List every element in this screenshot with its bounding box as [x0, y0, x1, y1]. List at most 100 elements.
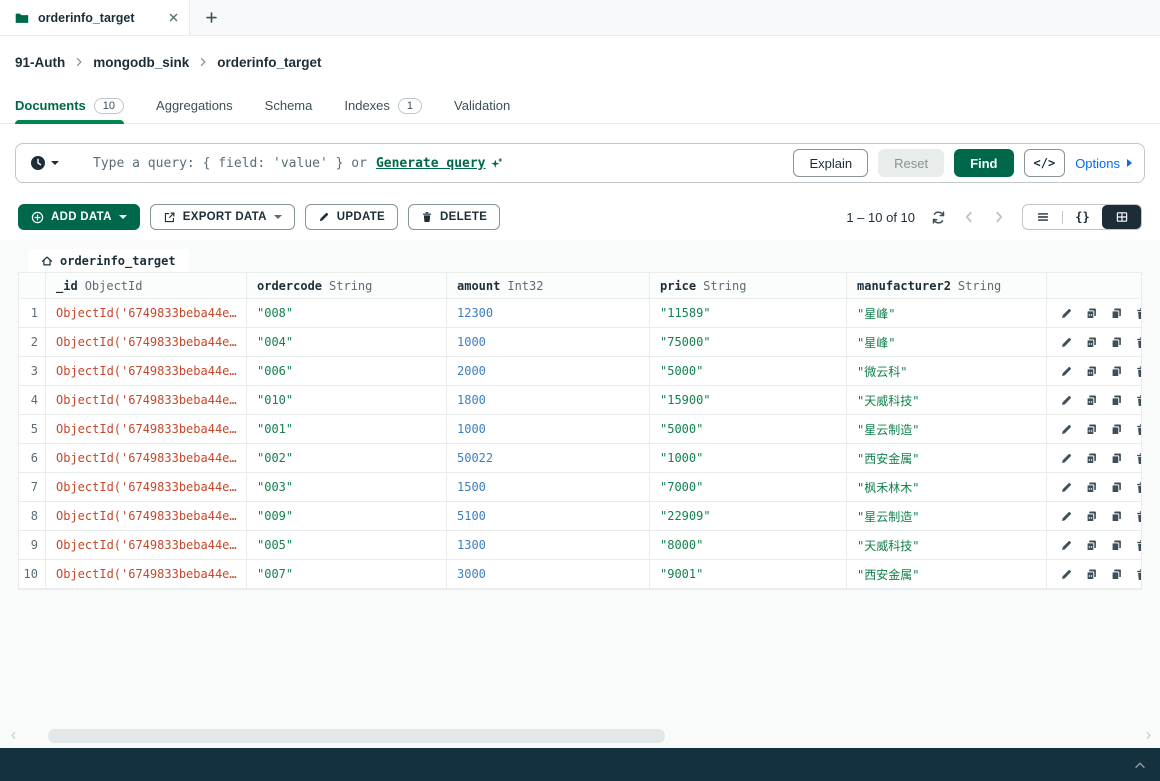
copy-document-icon[interactable] [1085, 539, 1098, 552]
column-header-manufacturer2[interactable]: manufacturer2String [846, 273, 1046, 298]
column-header-ordercode[interactable]: ordercodeString [246, 273, 446, 298]
cell-ordercode[interactable]: "002" [246, 444, 446, 472]
delete-document-icon[interactable] [1135, 481, 1141, 494]
cell-amount[interactable]: 12300 [446, 299, 649, 327]
cell-manufacturer2[interactable]: "星云制造" [846, 415, 1046, 443]
edit-document-icon[interactable] [1060, 539, 1073, 552]
cell-id[interactable]: ObjectId('6749833beba44e… [45, 560, 246, 588]
cell-amount[interactable]: 1000 [446, 415, 649, 443]
tab-indexes[interactable]: Indexes 1 [344, 88, 422, 123]
edit-document-icon[interactable] [1060, 452, 1073, 465]
table-row[interactable]: 3 ObjectId('6749833beba44e… "006" 2000 "… [19, 357, 1141, 386]
table-row[interactable]: 10 ObjectId('6749833beba44e… "007" 3000 … [19, 560, 1141, 589]
cell-price[interactable]: "5000" [649, 415, 846, 443]
query-history-button[interactable] [30, 155, 59, 171]
tab-validation[interactable]: Validation [454, 88, 510, 123]
cell-ordercode[interactable]: "005" [246, 531, 446, 559]
collection-breadcrumb-chip[interactable]: orderinfo_target [28, 249, 189, 272]
edit-document-icon[interactable] [1060, 307, 1073, 320]
delete-document-icon[interactable] [1135, 336, 1141, 349]
next-page-icon[interactable] [992, 210, 1006, 224]
clone-document-icon[interactable] [1110, 365, 1123, 378]
horizontal-scrollbar-thumb[interactable] [48, 729, 665, 743]
cell-amount[interactable]: 1300 [446, 531, 649, 559]
cell-id[interactable]: ObjectId('6749833beba44e… [45, 386, 246, 414]
scroll-right-icon[interactable] [1144, 731, 1153, 740]
cell-price[interactable]: "75000" [649, 328, 846, 356]
cell-ordercode[interactable]: "007" [246, 560, 446, 588]
edit-document-icon[interactable] [1060, 336, 1073, 349]
table-row[interactable]: 8 ObjectId('6749833beba44e… "009" 5100 "… [19, 502, 1141, 531]
cell-price[interactable]: "15900" [649, 386, 846, 414]
cell-price[interactable]: "11589" [649, 299, 846, 327]
cell-price[interactable]: "5000" [649, 357, 846, 385]
table-row[interactable]: 9 ObjectId('6749833beba44e… "005" 1300 "… [19, 531, 1141, 560]
breadcrumb-collection[interactable]: orderinfo_target [217, 55, 321, 70]
cell-price[interactable]: "8000" [649, 531, 846, 559]
cell-ordercode[interactable]: "004" [246, 328, 446, 356]
cell-id[interactable]: ObjectId('6749833beba44e… [45, 473, 246, 501]
delete-document-icon[interactable] [1135, 510, 1141, 523]
cell-manufacturer2[interactable]: "星峰" [846, 328, 1046, 356]
breadcrumb-database[interactable]: mongodb_sink [93, 55, 189, 70]
copy-document-icon[interactable] [1085, 510, 1098, 523]
delete-document-icon[interactable] [1135, 394, 1141, 407]
copy-document-icon[interactable] [1085, 423, 1098, 436]
cell-amount[interactable]: 1800 [446, 386, 649, 414]
reset-button[interactable]: Reset [878, 149, 944, 177]
cell-manufacturer2[interactable]: "星云制造" [846, 502, 1046, 530]
cell-id[interactable]: ObjectId('6749833beba44e… [45, 502, 246, 530]
find-button[interactable]: Find [954, 149, 1013, 177]
cell-manufacturer2[interactable]: "星峰" [846, 299, 1046, 327]
cell-amount[interactable]: 50022 [446, 444, 649, 472]
clone-document-icon[interactable] [1110, 423, 1123, 436]
cell-ordercode[interactable]: "001" [246, 415, 446, 443]
cell-id[interactable]: ObjectId('6749833beba44e… [45, 299, 246, 327]
clone-document-icon[interactable] [1110, 394, 1123, 407]
list-view-icon[interactable] [1023, 205, 1062, 229]
explain-button[interactable]: Explain [793, 149, 868, 177]
scroll-left-icon[interactable] [9, 731, 18, 740]
cell-ordercode[interactable]: "006" [246, 357, 446, 385]
clone-document-icon[interactable] [1110, 307, 1123, 320]
cell-amount[interactable]: 5100 [446, 502, 649, 530]
close-tab-icon[interactable] [168, 12, 179, 23]
cell-id[interactable]: ObjectId('6749833beba44e… [45, 357, 246, 385]
cell-amount[interactable]: 1000 [446, 328, 649, 356]
copy-document-icon[interactable] [1085, 394, 1098, 407]
cell-price[interactable]: "1000" [649, 444, 846, 472]
table-row[interactable]: 6 ObjectId('6749833beba44e… "002" 50022 … [19, 444, 1141, 473]
copy-document-icon[interactable] [1085, 365, 1098, 378]
copy-document-icon[interactable] [1085, 481, 1098, 494]
copy-document-icon[interactable] [1085, 568, 1098, 581]
cell-manufacturer2[interactable]: "微云科" [846, 357, 1046, 385]
cell-price[interactable]: "9001" [649, 560, 846, 588]
cell-ordercode[interactable]: "009" [246, 502, 446, 530]
cell-price[interactable]: "22909" [649, 502, 846, 530]
edit-document-icon[interactable] [1060, 394, 1073, 407]
table-row[interactable]: 5 ObjectId('6749833beba44e… "001" 1000 "… [19, 415, 1141, 444]
delete-button[interactable]: DELETE [408, 204, 500, 230]
edit-document-icon[interactable] [1060, 510, 1073, 523]
column-header-amount[interactable]: amountInt32 [446, 273, 649, 298]
cell-id[interactable]: ObjectId('6749833beba44e… [45, 328, 246, 356]
delete-document-icon[interactable] [1135, 539, 1141, 552]
edit-document-icon[interactable] [1060, 568, 1073, 581]
clone-document-icon[interactable] [1110, 539, 1123, 552]
refresh-icon[interactable] [931, 210, 946, 225]
shell-footer[interactable] [0, 748, 1160, 781]
toggle-query-code-button[interactable]: </> [1024, 149, 1066, 177]
cell-amount[interactable]: 3000 [446, 560, 649, 588]
cell-ordercode[interactable]: "010" [246, 386, 446, 414]
update-button[interactable]: UPDATE [305, 204, 398, 230]
tab-schema[interactable]: Schema [265, 88, 313, 123]
export-data-button[interactable]: EXPORT DATA [150, 204, 295, 230]
edit-document-icon[interactable] [1060, 481, 1073, 494]
cell-id[interactable]: ObjectId('6749833beba44e… [45, 531, 246, 559]
column-header-id[interactable]: _idObjectId [45, 273, 246, 298]
cell-manufacturer2[interactable]: "天威科技" [846, 531, 1046, 559]
delete-document-icon[interactable] [1135, 568, 1141, 581]
copy-document-icon[interactable] [1085, 336, 1098, 349]
delete-document-icon[interactable] [1135, 307, 1141, 320]
table-view-icon[interactable] [1102, 205, 1141, 229]
